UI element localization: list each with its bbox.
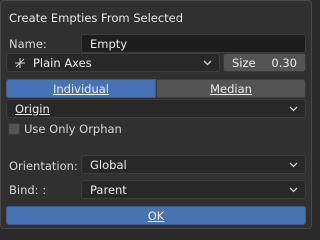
chevron-down-icon	[289, 106, 298, 112]
use-only-orphan-label: Use Only Orphan	[24, 122, 122, 136]
operator-popup: Create Empties From Selected Name: Empty…	[0, 0, 312, 229]
plain-axes-icon	[15, 57, 25, 68]
orientation-value: Global	[90, 157, 127, 172]
location-value: Origin	[15, 101, 50, 116]
mode-individual-label: Individual	[52, 81, 109, 96]
bind-label: Bind: :	[9, 183, 47, 197]
popup-title: Create Empties From Selected	[9, 11, 184, 25]
name-input[interactable]: Empty	[81, 34, 306, 53]
ok-button[interactable]: OK	[6, 206, 306, 225]
chevron-down-icon	[289, 162, 298, 168]
ok-label: OK	[147, 208, 165, 223]
use-only-orphan-checkbox[interactable]	[8, 123, 20, 135]
mode-median-button[interactable]: Median	[156, 79, 306, 98]
size-label: Size	[232, 55, 256, 70]
location-dropdown[interactable]: Origin	[6, 99, 306, 118]
name-label: Name:	[9, 37, 47, 51]
chevron-down-icon	[203, 60, 212, 66]
name-value: Empty	[90, 36, 128, 51]
orientation-dropdown[interactable]: Global	[81, 155, 306, 174]
display-type-value: Plain Axes	[33, 55, 92, 70]
size-field[interactable]: Size 0.30	[223, 53, 306, 72]
chevron-down-icon	[289, 187, 298, 193]
mode-individual-button[interactable]: Individual	[6, 79, 156, 98]
size-value: 0.30	[271, 55, 297, 70]
bind-dropdown[interactable]: Parent	[81, 180, 306, 199]
orientation-label: Orientation:	[9, 159, 78, 173]
mode-median-label: Median	[210, 81, 252, 96]
display-type-dropdown[interactable]: Plain Axes	[6, 53, 220, 72]
bind-value: Parent	[90, 182, 127, 197]
